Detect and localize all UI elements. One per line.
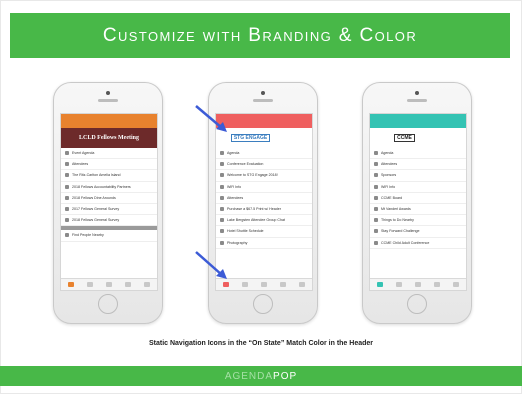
phone-mockup-3: CCME Agenda Attendees Sponsors WiFi Info…	[362, 82, 472, 324]
tab-messages-icon[interactable]	[144, 282, 151, 287]
menu-list: Agenda Conference Evaluation Welcome to …	[216, 148, 312, 249]
run-icon	[374, 229, 378, 234]
people-icon	[65, 233, 69, 238]
menu-item[interactable]: Sponsors	[370, 170, 466, 182]
dining-icon	[65, 195, 69, 200]
tab-people-icon[interactable]	[260, 282, 267, 287]
menu-item[interactable]: Things to Do Nearby	[370, 215, 466, 227]
app-header	[370, 114, 466, 128]
agendapop-logo: AGENDAPOP	[224, 370, 298, 382]
menu-item[interactable]: 2018 Fellows Accountability Partners	[61, 182, 157, 193]
home-button	[253, 294, 273, 314]
people-icon	[374, 195, 378, 200]
arrow-pointing-tab-icon	[195, 251, 227, 279]
map-pin-icon	[374, 218, 378, 223]
menu-item[interactable]: Stay Forward Challenge	[370, 226, 466, 238]
event-banner: LCLD Fellows Meeting	[61, 128, 157, 148]
home-button	[407, 294, 427, 314]
evaluation-icon	[220, 162, 224, 167]
survey-icon	[65, 207, 69, 212]
menu-item[interactable]: The Ritz-Carlton Amelia Island	[61, 170, 157, 182]
menu-item[interactable]: Purchase a $67.5 Print w/ Header	[216, 204, 312, 216]
tab-upload-icon[interactable]	[434, 282, 441, 287]
phone-screen: LCLD Fellows Meeting Event Agenda Attend…	[60, 113, 158, 291]
phone-speaker	[253, 99, 273, 102]
phone-screen: CCME Agenda Attendees Sponsors WiFi Info…	[369, 113, 467, 291]
menu-item[interactable]: Attendees	[216, 193, 312, 204]
menu-list: Agenda Attendees Sponsors WiFi Info CCME…	[370, 148, 466, 249]
menu-item[interactable]: 2017 Fellows General Survey	[61, 204, 157, 216]
survey-icon	[65, 218, 69, 223]
chat-icon	[220, 218, 224, 223]
menu-item[interactable]: Conference Evaluation	[216, 159, 312, 171]
banner-text: LCLD Fellows Meeting	[79, 135, 139, 141]
stg-engage-logo: STG ENGAGE	[230, 134, 297, 142]
slide-caption: Static Navigation Icons in the “On State…	[148, 340, 374, 347]
wifi-icon	[220, 184, 224, 189]
phone-speaker	[407, 99, 427, 102]
tab-people-icon[interactable]	[105, 282, 112, 287]
slide-title: Customize with Branding & Color	[102, 24, 418, 46]
tab-messages-icon[interactable]	[299, 282, 306, 287]
phone-camera	[261, 91, 265, 95]
tab-people-icon[interactable]	[414, 282, 421, 287]
menu-item[interactable]: Welcome to STG Engage 2018!	[216, 170, 312, 182]
menu-item[interactable]: Event Agenda	[61, 148, 157, 160]
phone-mockup-1: LCLD Fellows Meeting Event Agenda Attend…	[53, 82, 163, 324]
hotel-icon	[65, 173, 69, 178]
wifi-icon	[374, 184, 378, 189]
tab-upload-icon[interactable]	[125, 282, 132, 287]
trophy-icon	[374, 173, 378, 178]
phone-camera	[415, 91, 419, 95]
menu-item[interactable]: WiFi Info	[216, 182, 312, 193]
tab-schedule-icon[interactable]	[241, 282, 248, 287]
event-banner: CCME	[370, 128, 466, 148]
tab-messages-icon[interactable]	[453, 282, 460, 287]
people-icon	[65, 184, 69, 189]
chat-icon	[374, 240, 378, 245]
menu-item[interactable]: Agenda	[370, 148, 466, 160]
menu-item[interactable]: Hotel Shuttle Schedule	[216, 226, 312, 238]
people-icon	[220, 195, 224, 200]
footer-bar: AGENDAPOP	[0, 366, 522, 386]
menu-item[interactable]: Find People Nearby	[61, 230, 157, 242]
people-icon	[65, 162, 69, 167]
menu-item[interactable]: Attendees	[61, 159, 157, 171]
calendar-icon	[65, 151, 69, 156]
menu-list: Event Agenda Attendees The Ritz-Carlton …	[61, 148, 157, 242]
menu-item[interactable]: CCME Child Adult Conference	[370, 238, 466, 249]
menu-item[interactable]: Lake Bergsten Attendee Group Chat	[216, 215, 312, 227]
menu-item[interactable]: Agenda	[216, 148, 312, 160]
camera-icon	[220, 240, 224, 245]
award-icon	[374, 207, 378, 212]
star-icon	[220, 173, 224, 178]
tab-home-icon[interactable]	[376, 282, 383, 287]
calendar-icon	[374, 151, 378, 156]
menu-item[interactable]: Photography	[216, 238, 312, 249]
menu-item[interactable]: 2018 Fellows Dine Arounds	[61, 193, 157, 204]
menu-item[interactable]: Mt Vanderl Awards	[370, 204, 466, 216]
phone-speaker	[98, 99, 118, 102]
tab-upload-icon[interactable]	[280, 282, 287, 287]
app-header	[61, 114, 157, 128]
shuttle-icon	[220, 229, 224, 234]
menu-item[interactable]: Attendees	[370, 159, 466, 171]
phone-camera	[106, 91, 110, 95]
calendar-icon	[220, 151, 224, 156]
title-bar: Customize with Branding & Color	[10, 13, 510, 58]
people-icon	[374, 162, 378, 167]
arrow-pointing-header-icon	[195, 105, 227, 132]
tab-schedule-icon[interactable]	[86, 282, 93, 287]
menu-item[interactable]: CCME Board	[370, 193, 466, 204]
menu-item[interactable]: 2018 Fellows General Survey	[61, 215, 157, 227]
menu-item[interactable]: WiFi Info	[370, 182, 466, 193]
tab-schedule-icon[interactable]	[395, 282, 402, 287]
shirt-icon	[220, 207, 224, 212]
tab-bar	[61, 278, 157, 290]
tab-home-icon[interactable]	[67, 282, 74, 287]
ccme-logo: CCME	[394, 134, 442, 142]
home-button	[98, 294, 118, 314]
tab-home-icon[interactable]	[222, 282, 229, 287]
tab-bar	[370, 278, 466, 290]
